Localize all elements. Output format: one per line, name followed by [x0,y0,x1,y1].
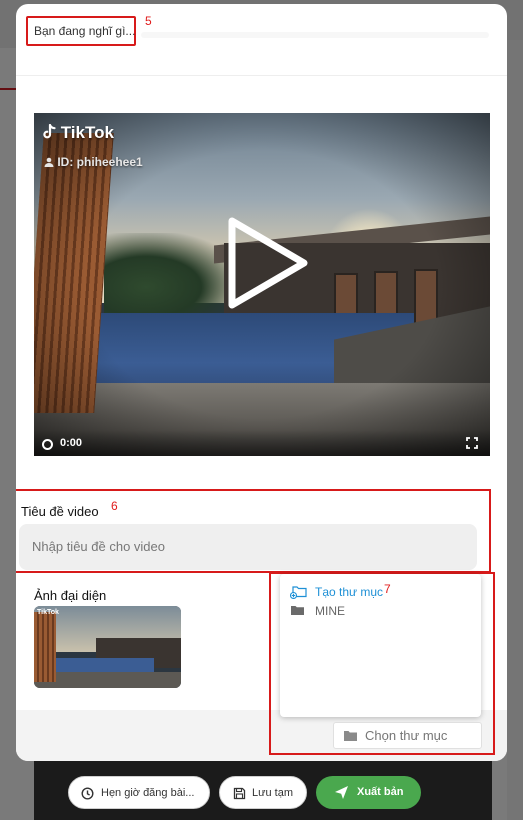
video-time: 0:00 [60,437,83,449]
choose-folder-label: Chọn thư mục [365,728,448,743]
tiktok-note-icon [43,123,56,139]
clock-icon [81,787,94,800]
thought-input[interactable]: Bạn đang nghĩ gì... [26,16,136,46]
video-controls: 0:00 [34,430,490,456]
save-icon [233,787,246,800]
save-draft-label: Lưu tạm [252,787,293,799]
new-folder-icon [290,586,307,599]
tiktok-user-id: ID: phiheehee1 [44,155,143,169]
save-draft-button[interactable]: Lưu tạm [219,776,307,809]
modal-header: Bạn đang nghĩ gì... 5 [16,4,507,76]
play-icon[interactable] [222,213,312,313]
video-player[interactable]: TikTok ID: phiheehee1 0:00 [34,113,490,456]
user-icon [44,157,54,167]
folder-item-label: MINE [315,604,345,618]
folder-icon [344,731,357,741]
tiktok-brand-text: TikTok [60,123,114,142]
choose-folder-select[interactable]: Chọn thư mục [333,722,482,749]
clock-icon [42,439,53,450]
schedule-post-button[interactable]: Hẹn giờ đăng bài... [68,776,210,809]
thumbnail-tiktok-logo: TikTok [37,609,59,616]
tiktok-user-id-text: ID: phiheehee1 [57,155,143,169]
tiktok-logo: TikTok [42,123,114,143]
publish-button[interactable]: Xuất bản [316,776,421,809]
thought-input-extension [141,32,489,38]
video-title-input[interactable]: Nhập tiêu đề cho video [19,524,477,570]
video-title-label: Tiêu đề video [21,504,99,519]
folder-dropdown: Tạo thư mục 7 MINE [280,574,481,717]
schedule-post-label: Hẹn giờ đăng bài... [101,787,195,799]
publish-label: Xuất bản [357,786,404,798]
create-folder-label: Tạo thư mục [315,585,384,599]
annotation-marker-6: 6 [111,499,118,513]
annotation-marker-7: 7 [384,582,391,596]
send-icon [335,786,348,799]
thumbnail-image[interactable]: TikTok [34,606,181,688]
video-title-section: Tiêu đề video 6 Nhập tiêu đề cho video [16,489,491,573]
folder-icon [291,606,304,615]
thumbnail-label: Ảnh đại diện [34,588,107,603]
fullscreen-icon[interactable] [466,437,478,449]
annotation-marker-5: 5 [145,14,152,28]
